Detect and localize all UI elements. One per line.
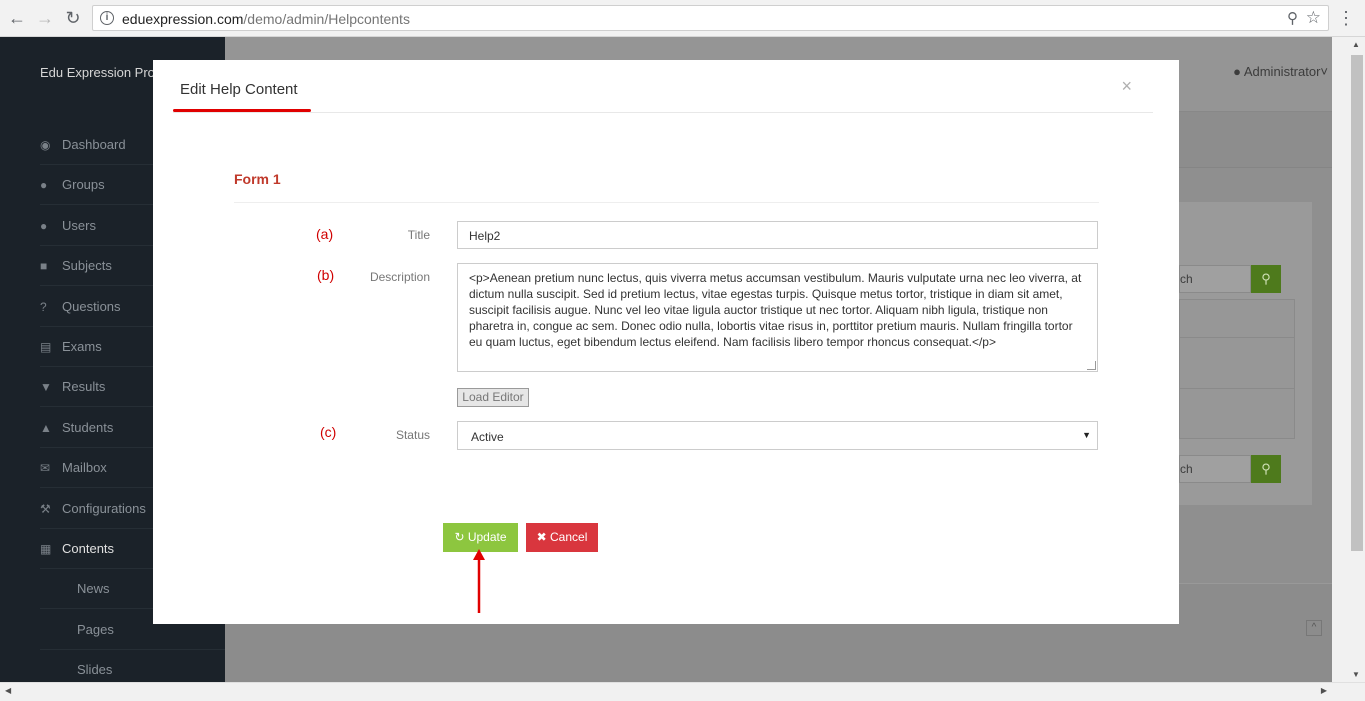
scroll-right-icon[interactable]: ▶: [1321, 686, 1327, 695]
browser-toolbar: ← → ↻ i eduexpression.com/demo/admin/Hel…: [0, 0, 1365, 37]
user-menu[interactable]: ● Administrator˅: [1233, 64, 1328, 79]
resize-handle[interactable]: [1087, 361, 1096, 370]
refresh-icon: ↻: [454, 530, 465, 544]
scroll-up-icon[interactable]: ▲: [1352, 40, 1360, 49]
address-bar[interactable]: i eduexpression.com/demo/admin/Helpconte…: [92, 5, 1329, 31]
search-icon: ⚲: [1261, 271, 1271, 286]
description-label: Description: [369, 270, 430, 284]
status-value: Active: [471, 430, 504, 444]
question-icon: ?: [40, 299, 47, 314]
sidebar-item-label: Questions: [62, 298, 121, 314]
table-row: [1180, 337, 1294, 338]
scroll-left-icon[interactable]: ◀: [5, 686, 11, 695]
forward-arrow-icon[interactable]: →: [34, 7, 56, 29]
close-icon[interactable]: ×: [1121, 76, 1132, 97]
wrench-icon: ⚒: [40, 501, 51, 516]
search-input[interactable]: ch: [1179, 265, 1251, 293]
description-text: <p>Aenean pretium nunc lectus, quis vive…: [469, 271, 1082, 349]
horizontal-scrollbar[interactable]: ◀ ▶: [0, 682, 1365, 701]
sidebar-item-label: Users: [62, 217, 96, 233]
modal-header: Edit Help Content ×: [173, 60, 1153, 113]
user-icon: ●: [40, 218, 48, 233]
sidebar-item-label: Configurations: [62, 500, 146, 516]
user-icon: ●: [1233, 64, 1241, 79]
envelope-icon: ✉: [40, 461, 51, 476]
book-icon: ■: [40, 259, 48, 274]
list-icon: ▤: [40, 340, 52, 354]
search-input-bottom[interactable]: ch: [1179, 455, 1251, 483]
browser-menu-icon[interactable]: ⋮: [1337, 7, 1355, 29]
url-text: eduexpression.com/demo/admin/Helpcontent…: [122, 11, 410, 27]
chevron-down-icon: ▼: [1082, 430, 1091, 440]
sidebar-item-label: Exams: [62, 339, 102, 354]
bookmark-star-icon[interactable]: ☆: [1306, 8, 1321, 28]
scrollbar-thumb[interactable]: [1351, 55, 1363, 551]
scroll-down-icon[interactable]: ▼: [1352, 670, 1360, 679]
back-arrow-icon[interactable]: ←: [6, 7, 28, 29]
load-editor-button[interactable]: Load Editor: [457, 388, 529, 407]
search-button[interactable]: ⚲: [1251, 265, 1281, 293]
sidebar-item-label: Groups: [62, 177, 105, 193]
reload-icon[interactable]: ↻: [62, 7, 84, 29]
sidebar-item-label: Mailbox: [62, 460, 107, 476]
vertical-scrollbar[interactable]: ▲ ▼: [1332, 37, 1365, 682]
newspaper-icon: ▦: [40, 542, 52, 556]
graduation-icon: ▲: [40, 420, 52, 435]
form-heading: Form 1: [234, 171, 281, 187]
info-icon[interactable]: i: [100, 11, 114, 25]
sidebar-item-label: Dashboard: [62, 137, 126, 152]
title-underline-annotation: [173, 109, 311, 112]
scroll-top-icon[interactable]: ^: [1306, 620, 1322, 636]
trophy-icon: ▼: [40, 380, 52, 395]
sidebar-item-label: Subjects: [62, 258, 112, 274]
arrow-annotation: [473, 549, 485, 613]
sidebar-item-label: Students: [62, 419, 114, 435]
brand-name: Edu Expression Pro: [40, 65, 155, 80]
title-label: Title: [407, 228, 430, 242]
sidebar-item-label: Contents: [62, 541, 115, 556]
sidebar-item-label: Results: [62, 379, 106, 395]
groups-icon: ●: [40, 178, 48, 193]
status-select[interactable]: Active ▼: [457, 421, 1098, 450]
dashboard-icon: ◉: [40, 138, 51, 152]
search-icon: ⚲: [1261, 461, 1271, 476]
data-table: [1179, 299, 1295, 439]
close-x-icon: ✖: [536, 530, 547, 544]
form-divider: [234, 202, 1099, 203]
table-row: [1180, 388, 1294, 389]
status-label: Status: [395, 428, 430, 442]
title-input[interactable]: Help2: [457, 221, 1098, 249]
sidebar-subitem-slides[interactable]: Slides: [40, 650, 225, 682]
description-textarea[interactable]: <p>Aenean pretium nunc lectus, quis vive…: [457, 263, 1098, 372]
edit-help-content-modal: Edit Help Content × Form 1 (a) Title Hel…: [153, 60, 1179, 624]
modal-title: Edit Help Content: [180, 81, 298, 98]
update-button[interactable]: ↻ Update: [443, 523, 518, 552]
search-button-bottom[interactable]: ⚲: [1251, 455, 1281, 483]
cancel-button[interactable]: ✖ Cancel: [526, 523, 598, 552]
zoom-icon[interactable]: ⚲: [1287, 9, 1298, 27]
